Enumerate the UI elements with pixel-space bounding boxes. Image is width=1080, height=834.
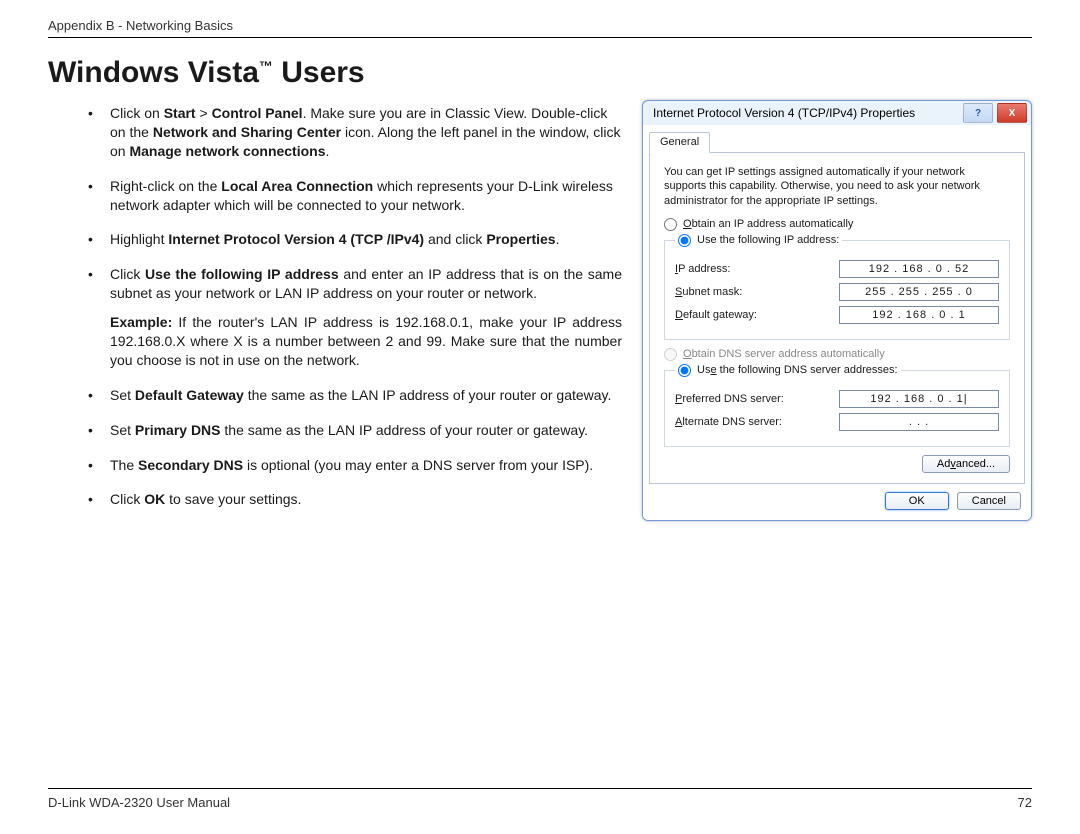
title-main: Windows Vista <box>48 56 259 89</box>
step-secondary-dns: The Secondary DNS is optional (you may e… <box>88 456 1032 475</box>
step-primary-dns: Set Primary DNS the same as the LAN IP a… <box>88 421 1032 440</box>
radio-obtain-ip-auto[interactable]: Obtain an IP address automatically <box>664 218 1010 231</box>
step-click-ok: Click OK to save your settings. <box>88 490 1032 509</box>
step-default-gateway: Set Default Gateway the same as the LAN … <box>88 386 1032 405</box>
running-header: Appendix B - Networking Basics <box>48 18 1032 33</box>
title-suffix: Users <box>273 56 365 89</box>
title-trademark: ™ <box>259 58 273 74</box>
step-start-control-panel: Click on Start > Control Panel. Make sur… <box>88 104 1032 161</box>
step-ipv4-properties: Highlight Internet Protocol Version 4 (T… <box>88 230 1032 249</box>
step-use-following-ip: Click Use the following IP address and e… <box>88 265 1032 369</box>
page-title: Windows Vista™ Users <box>48 56 1032 90</box>
footer-manual-name: D-Link WDA-2320 User Manual <box>48 795 230 810</box>
radio-obtain-ip-auto-input[interactable] <box>664 218 677 231</box>
header-rule <box>48 37 1032 38</box>
footer-rule <box>48 788 1032 789</box>
footer-page-number: 72 <box>1018 795 1032 810</box>
page-footer: D-Link WDA-2320 User Manual 72 <box>48 788 1032 810</box>
step-local-area-connection: Right-click on the Local Area Connection… <box>88 177 1032 215</box>
